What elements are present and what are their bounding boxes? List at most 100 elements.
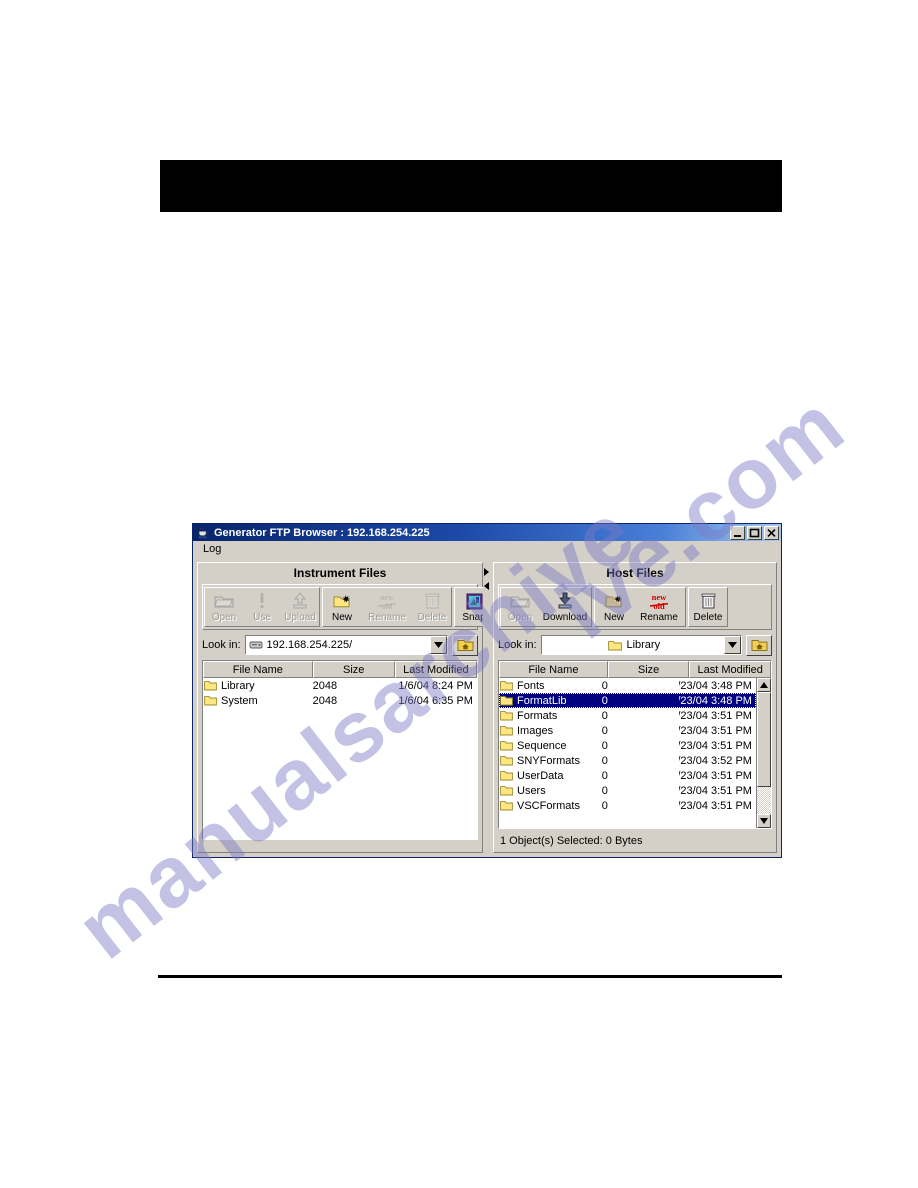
host-toolbar: Open Download New new old Rename Delete bbox=[498, 584, 772, 630]
collapse-right-arrow-icon[interactable] bbox=[484, 582, 489, 590]
new-folder-icon bbox=[332, 590, 352, 612]
host-status-bar: 1 Object(s) Selected: 0 Bytes bbox=[500, 834, 643, 847]
instrument-rename-label: Rename bbox=[368, 612, 406, 623]
instrument-toolbar: Open Use Upload New new old Rename Delet… bbox=[202, 584, 494, 630]
instrument-lookin-combo[interactable]: 192.168.254.225/ bbox=[244, 635, 448, 655]
instrument-new-button[interactable]: New bbox=[323, 588, 361, 626]
instrument-open-label: Open bbox=[211, 612, 237, 623]
host-new-button[interactable]: New bbox=[595, 588, 633, 626]
new-folder-icon bbox=[604, 590, 624, 612]
host-list-body: Fonts 0 9/23/04 3:48 PM FormatLib 0 9/23… bbox=[499, 678, 771, 828]
host-home-button[interactable] bbox=[746, 634, 772, 656]
host-row-5-size: 0 bbox=[601, 754, 608, 767]
host-lookin-combo[interactable]: Library bbox=[540, 635, 742, 655]
instrument-column-size[interactable]: Size bbox=[312, 661, 395, 678]
host-row-8-name: VSCFormats bbox=[517, 799, 580, 812]
instrument-toolbar-group-1: Open Use Upload bbox=[204, 587, 320, 627]
scroll-down-arrow-icon[interactable] bbox=[757, 814, 771, 828]
host-row-7-modified: 9/23/04 3:51 PM bbox=[678, 784, 752, 797]
window-title: Generator FTP Browser : 192.168.254.225 bbox=[214, 526, 430, 539]
svg-text:new: new bbox=[380, 593, 394, 602]
instrument-column-file-name[interactable]: File Name bbox=[203, 661, 313, 678]
table-row[interactable]: SNYFormats 0 9/23/04 3:52 PM bbox=[499, 753, 756, 768]
host-row-5-name: SNYFormats bbox=[517, 754, 580, 767]
instrument-row-0-modified: 1/6/04 8:24 PM bbox=[398, 679, 473, 692]
instrument-row-1-name: System bbox=[221, 694, 258, 707]
instrument-file-list[interactable]: File Name Size Last Modified Library 204… bbox=[202, 660, 478, 840]
host-row-3-modified: 9/23/04 3:51 PM bbox=[678, 724, 752, 737]
table-row[interactable]: System 2048 1/6/04 6:35 PM bbox=[203, 693, 477, 708]
scrollbar-track[interactable] bbox=[757, 692, 771, 814]
folder-icon bbox=[500, 681, 513, 691]
table-row[interactable]: FormatLib 0 9/23/04 3:48 PM bbox=[499, 693, 756, 708]
folder-icon bbox=[500, 741, 513, 751]
menu-item-log[interactable]: Log bbox=[199, 542, 225, 556]
collapse-left-arrow-icon[interactable] bbox=[484, 568, 489, 576]
page-footer-rule bbox=[158, 975, 782, 978]
host-row-3-size: 0 bbox=[601, 724, 608, 737]
host-download-button[interactable]: Download bbox=[539, 588, 591, 626]
host-column-size[interactable]: Size bbox=[607, 661, 690, 678]
host-open-label: Open bbox=[507, 612, 533, 623]
snapshot-image-icon bbox=[466, 590, 483, 612]
table-row[interactable]: Users 0 9/23/04 3:51 PM bbox=[499, 783, 756, 798]
host-toolbar-group-1: Open Download bbox=[500, 587, 592, 627]
instrument-rename-button[interactable]: new old Rename bbox=[361, 588, 413, 626]
table-row[interactable]: Formats 0 9/23/04 3:51 PM bbox=[499, 708, 756, 723]
host-row-3-name: Images bbox=[517, 724, 554, 737]
window-titlebar: Generator FTP Browser : 192.168.254.225 bbox=[193, 524, 781, 541]
host-list-scrollbar[interactable] bbox=[756, 678, 771, 828]
host-list-rows: Fonts 0 9/23/04 3:48 PM FormatLib 0 9/23… bbox=[499, 678, 756, 828]
split-pane-divider[interactable] bbox=[483, 562, 493, 853]
table-row[interactable]: Images 0 9/23/04 3:51 PM bbox=[499, 723, 756, 738]
host-row-7-size: 0 bbox=[601, 784, 608, 797]
scrollbar-thumb[interactable] bbox=[757, 692, 771, 788]
close-button[interactable] bbox=[764, 525, 779, 540]
minimize-button[interactable] bbox=[730, 525, 745, 540]
table-row[interactable]: Fonts 0 9/23/04 3:48 PM bbox=[499, 678, 756, 693]
host-rename-button[interactable]: new old Rename bbox=[633, 588, 685, 626]
folder-icon bbox=[500, 696, 513, 706]
instrument-row-0-size: 2048 bbox=[312, 679, 338, 692]
instrument-home-button[interactable] bbox=[452, 634, 478, 656]
instrument-use-button[interactable]: Use bbox=[243, 588, 281, 626]
host-column-file-name[interactable]: File Name bbox=[499, 661, 608, 678]
instrument-lookin-row: Look in: 192.168.254.225/ bbox=[202, 634, 478, 656]
home-folder-icon bbox=[457, 640, 473, 651]
table-row[interactable]: VSCFormats 0 9/23/04 3:51 PM bbox=[499, 798, 756, 813]
instrument-list-header: File Name Size Last Modified bbox=[203, 661, 477, 678]
instrument-toolbar-group-2: New new old Rename Delete bbox=[322, 587, 452, 627]
download-arrow-icon bbox=[556, 590, 574, 612]
host-column-last-modified[interactable]: Last Modified bbox=[689, 661, 771, 678]
scroll-up-arrow-icon[interactable] bbox=[757, 678, 771, 692]
split-pane: Instrument Files Open Use Upload New new… bbox=[197, 562, 777, 853]
exclamation-icon bbox=[257, 590, 267, 612]
host-toolbar-group-3: Delete bbox=[688, 587, 728, 627]
window-menubar: Log bbox=[193, 541, 781, 558]
host-row-2-size: 0 bbox=[601, 709, 608, 722]
table-row[interactable]: Library 2048 1/6/04 8:24 PM bbox=[203, 678, 477, 693]
table-row[interactable]: UserData 0 9/23/04 3:51 PM bbox=[499, 768, 756, 783]
host-delete-button[interactable]: Delete bbox=[689, 588, 727, 626]
host-file-list[interactable]: File Name Size Last Modified Fonts 0 9/2… bbox=[498, 660, 772, 829]
host-download-label: Download bbox=[542, 612, 588, 623]
host-delete-label: Delete bbox=[693, 612, 723, 623]
folder-icon bbox=[608, 640, 623, 650]
instrument-open-button[interactable]: Open bbox=[205, 588, 243, 626]
chevron-down-icon[interactable] bbox=[724, 636, 741, 654]
instrument-row-1-modified: 1/6/04 6:35 PM bbox=[398, 694, 473, 707]
instrument-upload-button[interactable]: Upload bbox=[281, 588, 319, 626]
instrument-delete-label: Delete bbox=[417, 612, 447, 623]
home-folder-icon bbox=[751, 640, 767, 651]
instrument-panel-title: Instrument Files bbox=[293, 566, 387, 580]
instrument-delete-button[interactable]: Delete bbox=[413, 588, 451, 626]
instrument-lookin-label: Look in: bbox=[202, 639, 241, 651]
black-header-bar bbox=[160, 160, 782, 212]
host-open-button[interactable]: Open bbox=[501, 588, 539, 626]
chevron-down-icon[interactable] bbox=[430, 636, 447, 654]
host-row-6-size: 0 bbox=[601, 769, 608, 782]
maximize-button[interactable] bbox=[747, 525, 762, 540]
instrument-column-last-modified[interactable]: Last Modified bbox=[394, 661, 477, 678]
network-drive-icon bbox=[249, 641, 262, 648]
table-row[interactable]: Sequence 0 9/23/04 3:51 PM bbox=[499, 738, 756, 753]
